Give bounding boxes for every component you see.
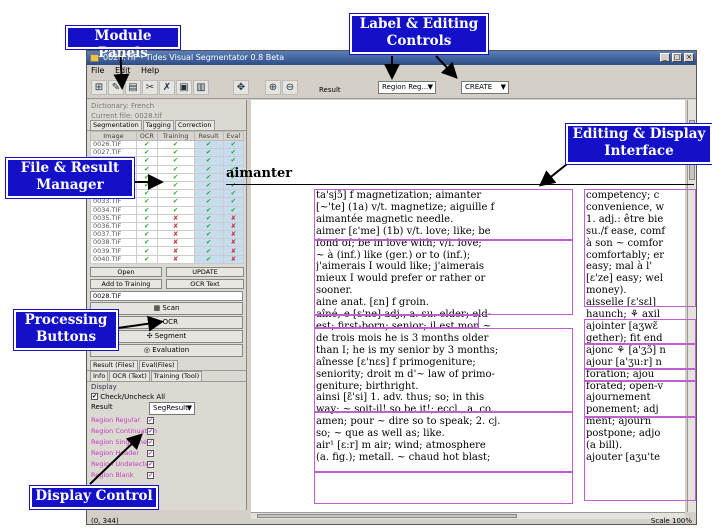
- callout-line: File & Result: [20, 160, 120, 176]
- callout-line: Controls: [386, 33, 452, 49]
- callout-line: Editing & Display: [572, 126, 706, 142]
- callout-line: Processing: [24, 312, 108, 328]
- callout-display-control: Display Control: [29, 485, 159, 510]
- callout-line: Manager: [36, 177, 104, 193]
- callout-line: Buttons: [35, 329, 97, 345]
- callout-editing-display: Editing & Display Interface: [565, 123, 712, 165]
- callout-label-editing: Label & Editing Controls: [349, 13, 489, 55]
- callout-processing: Processing Buttons: [13, 309, 119, 351]
- callout-arrows: [89, 45, 573, 485]
- callout-module-panels: Module Panels: [65, 25, 181, 61]
- callout-line: Interface: [604, 143, 674, 159]
- callout-line: Label & Editing: [359, 16, 479, 32]
- callout-file-result: File & Result Manager: [5, 157, 135, 199]
